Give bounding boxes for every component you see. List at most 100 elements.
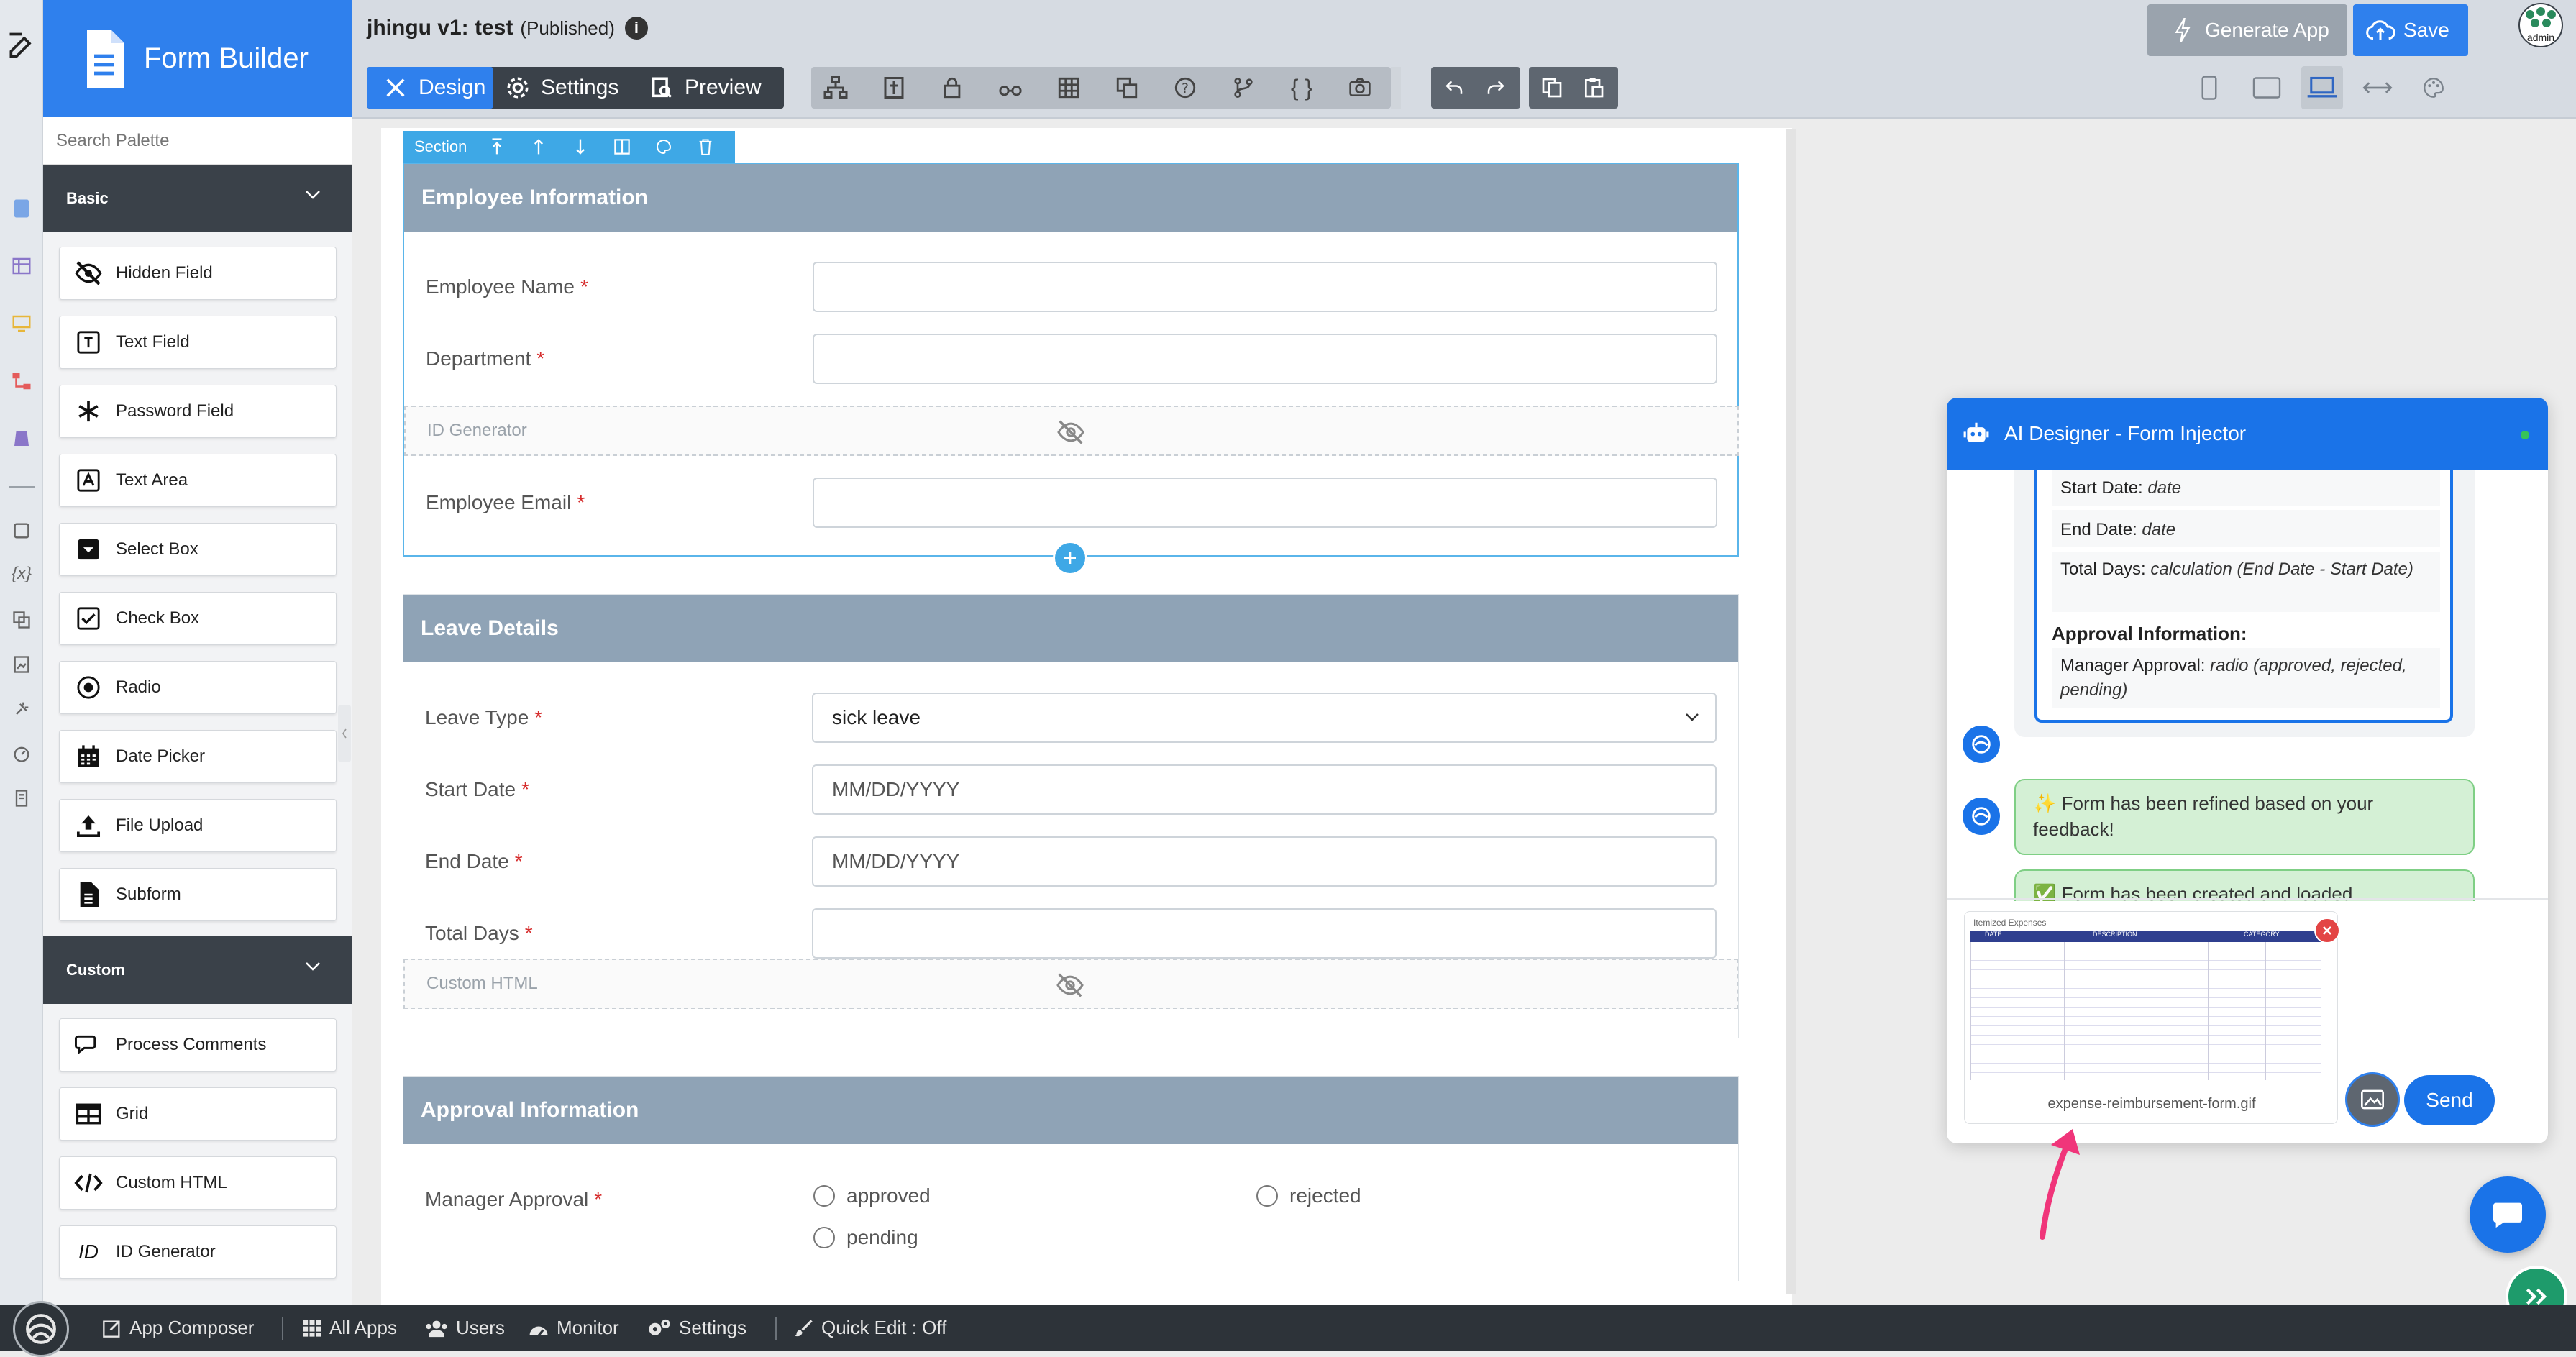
tab-settings[interactable]: Settings: [503, 67, 640, 109]
avatar[interactable]: admin: [2518, 3, 2563, 47]
attachment-preview[interactable]: Itemized Expenses DATE DESCRIPTION CATEG…: [1964, 911, 2340, 1124]
palette-collapse-handle[interactable]: [338, 705, 351, 762]
radio-approved[interactable]: approved: [813, 1182, 931, 1210]
palette-item-check-box[interactable]: Check Box: [59, 592, 337, 645]
search-input[interactable]: [56, 130, 344, 151]
palette-item-date-picker[interactable]: Date Picker: [59, 730, 337, 783]
quick-edit-toggle[interactable]: Quick Edit : Off: [794, 1305, 946, 1351]
send-button[interactable]: Send: [2404, 1075, 2495, 1125]
category-custom[interactable]: Custom: [43, 936, 352, 1004]
form-properties-icon[interactable]: [880, 73, 908, 102]
flow-icon[interactable]: [7, 367, 36, 396]
canvas-scrollbar[interactable]: [1786, 129, 1796, 1294]
palette-item-id-generator[interactable]: ID ID Generator: [59, 1225, 337, 1279]
palette-item-subform[interactable]: Subform: [59, 868, 337, 921]
tab-preview[interactable]: Preview: [647, 67, 784, 109]
image-icon[interactable]: [7, 650, 36, 679]
thumb-col: DATE: [1985, 931, 2002, 938]
info-icon[interactable]: i: [624, 17, 648, 40]
camera-icon[interactable]: [1346, 73, 1374, 102]
attach-image-button[interactable]: [2345, 1072, 2400, 1127]
form-icon[interactable]: [7, 194, 36, 223]
total-days-input[interactable]: [812, 908, 1717, 959]
palette-item-label: File Upload: [116, 815, 204, 835]
columns-icon[interactable]: [601, 139, 643, 155]
section-approval-information[interactable]: Approval Information Manager Approval * a…: [403, 1076, 1739, 1281]
generate-app-button[interactable]: Generate App: [2147, 4, 2347, 56]
translate-icon[interactable]: [7, 606, 36, 634]
settings-link[interactable]: Settings: [647, 1305, 746, 1351]
category-basic[interactable]: Basic: [43, 165, 352, 232]
quick-edit-label: Quick Edit : Off: [821, 1317, 947, 1338]
palette-item-text-field[interactable]: Text Field: [59, 316, 337, 369]
palette-item-password-field[interactable]: Password Field: [59, 385, 337, 438]
plugin-icon[interactable]: [7, 695, 36, 723]
section-employee-information[interactable]: Employee Information Employee Name * Depa…: [403, 163, 1739, 557]
variable-icon[interactable]: {x}: [6, 559, 37, 588]
chat-fab-button[interactable]: [2470, 1176, 2546, 1253]
employee-email-input[interactable]: [813, 478, 1717, 528]
desktop-view-icon[interactable]: [2301, 66, 2343, 109]
section-leave-details[interactable]: Leave Details Leave Type * sick leave Sta…: [403, 594, 1739, 1038]
language-icon[interactable]: [1113, 73, 1141, 102]
save-button[interactable]: Save: [2353, 4, 2468, 56]
radio-pending[interactable]: pending: [813, 1223, 918, 1252]
all-apps-link[interactable]: All Apps: [302, 1305, 397, 1351]
trash-icon[interactable]: [685, 138, 726, 155]
remove-attachment-button[interactable]: [2314, 918, 2340, 943]
redo-icon[interactable]: [1480, 73, 1512, 102]
field-label-text: Employee Email: [426, 491, 572, 513]
full-width-icon[interactable]: [2359, 72, 2396, 104]
mobile-view-icon[interactable]: [2193, 72, 2225, 104]
palette-theme-icon[interactable]: [2416, 72, 2451, 104]
start-date-input[interactable]: MM/DD/YYYY: [812, 764, 1717, 815]
table-icon[interactable]: [7, 252, 36, 280]
style-palette-icon[interactable]: [643, 138, 685, 155]
move-down-icon[interactable]: [559, 137, 601, 156]
monitor-icon[interactable]: [7, 309, 36, 338]
palette-item-text-area[interactable]: Text Area: [59, 454, 337, 507]
move-top-icon[interactable]: [476, 137, 518, 156]
move-up-icon[interactable]: [518, 137, 559, 156]
hidden-field-id-generator[interactable]: ID Generator: [404, 406, 1739, 456]
field-label-text: Manager Approval: [425, 1188, 589, 1210]
palette-item-process-comments[interactable]: Process Comments: [59, 1018, 337, 1072]
lock-icon[interactable]: [938, 73, 967, 102]
employee-name-input[interactable]: [813, 262, 1717, 312]
palette-item-radio[interactable]: Radio: [59, 661, 337, 714]
edit-icon[interactable]: [4, 29, 39, 63]
note-icon[interactable]: [7, 516, 36, 545]
gauge-icon[interactable]: [7, 739, 36, 768]
monitor-link[interactable]: Monitor: [528, 1305, 619, 1351]
paste-icon[interactable]: [1578, 73, 1609, 102]
leave-type-select[interactable]: sick leave: [812, 693, 1717, 743]
binoculars-icon[interactable]: [996, 73, 1025, 102]
palette-item-file-upload[interactable]: File Upload: [59, 799, 337, 852]
toolbar-scroll-indicator: [1391, 67, 1401, 109]
app-composer-link[interactable]: App Composer: [102, 1305, 254, 1351]
chevron-down-icon: [1685, 713, 1699, 723]
end-date-input[interactable]: MM/DD/YYYY: [812, 836, 1717, 887]
page-icon[interactable]: [7, 784, 36, 813]
bundle-icon[interactable]: [7, 424, 36, 453]
palette-item-grid[interactable]: Grid: [59, 1087, 337, 1141]
tab-design[interactable]: Design: [367, 67, 493, 109]
branch-icon[interactable]: [1229, 73, 1258, 102]
add-section-button[interactable]: [1053, 541, 1087, 575]
sitemap-icon[interactable]: [821, 73, 850, 102]
department-input[interactable]: [813, 334, 1717, 384]
users-link[interactable]: Users: [424, 1305, 505, 1351]
tablet-view-icon[interactable]: [2248, 72, 2285, 104]
palette-item-custom-html[interactable]: Custom HTML: [59, 1156, 337, 1210]
palette-item-hidden-field[interactable]: Hidden Field: [59, 247, 337, 300]
braces-icon[interactable]: { }: [1286, 73, 1317, 102]
help-icon[interactable]: ?: [1171, 73, 1200, 102]
undo-icon[interactable]: [1438, 73, 1470, 102]
radio-rejected[interactable]: rejected: [1256, 1182, 1361, 1210]
palette-item-select-box[interactable]: Select Box: [59, 523, 337, 576]
platform-logo[interactable]: [13, 1301, 69, 1357]
chat-messages[interactable]: Start Date: date End Date: date Total Da…: [1947, 470, 2548, 901]
copy-icon[interactable]: [1536, 73, 1568, 102]
hidden-field-custom-html[interactable]: Custom HTML: [403, 959, 1738, 1009]
table-grid-icon[interactable]: [1054, 73, 1083, 102]
